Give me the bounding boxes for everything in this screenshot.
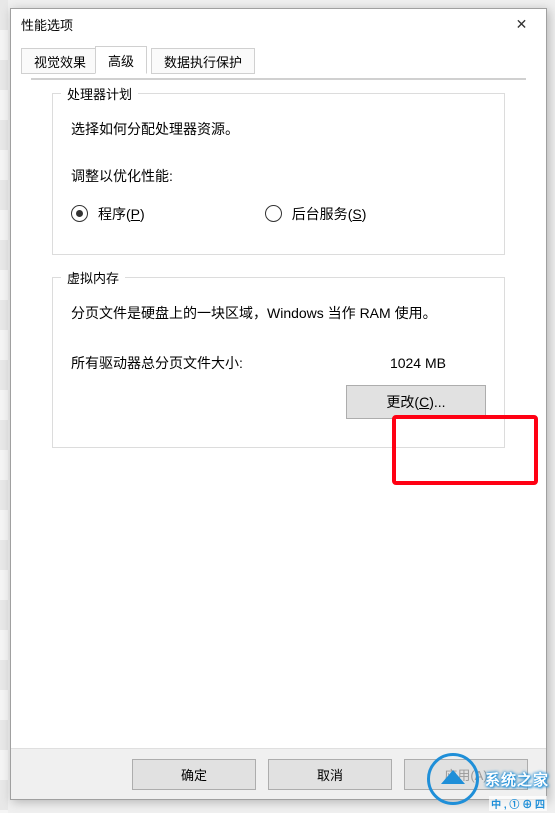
vm-legend: 虚拟内存 bbox=[61, 268, 125, 287]
cancel-button[interactable]: 取消 bbox=[268, 759, 392, 790]
window-title: 性能选项 bbox=[21, 15, 499, 34]
change-button[interactable]: 更改(C)... bbox=[346, 385, 486, 419]
vm-total-label: 所有驱动器总分页文件大小: bbox=[71, 353, 243, 373]
title-bar: 性能选项 ✕ bbox=[11, 9, 546, 39]
background-edge bbox=[0, 0, 8, 813]
tab-dep[interactable]: 数据执行保护 bbox=[151, 48, 255, 74]
apply-button[interactable]: 应用(A) bbox=[404, 759, 528, 790]
radio-background-services[interactable]: 后台服务(S) bbox=[265, 204, 367, 224]
vm-description: 分页文件是硬盘上的一块区域，Windows 当作 RAM 使用。 bbox=[71, 304, 486, 324]
advanced-tab-panel: 处理器计划 选择如何分配处理器资源。 调整以优化性能: 程序(P) 后台服务(S… bbox=[31, 78, 526, 80]
tab-label: 高级 bbox=[108, 51, 134, 70]
radio-icon bbox=[71, 205, 88, 222]
close-icon: ✕ bbox=[516, 16, 528, 33]
adjust-label: 调整以优化性能: bbox=[71, 166, 486, 186]
tab-advanced[interactable]: 高级 bbox=[95, 46, 147, 74]
processor-legend: 处理器计划 bbox=[61, 84, 138, 103]
dialog-button-bar: 确定 取消 应用(A) bbox=[11, 748, 546, 799]
close-button[interactable]: ✕ bbox=[499, 10, 544, 38]
vm-change-wrap: 更改(C)... bbox=[71, 385, 486, 419]
radio-services-label: 后台服务(S) bbox=[292, 204, 367, 224]
processor-radio-row: 程序(P) 后台服务(S) bbox=[71, 204, 486, 224]
vm-total-row: 所有驱动器总分页文件大小: 1024 MB bbox=[71, 353, 486, 373]
processor-scheduling-group: 处理器计划 选择如何分配处理器资源。 调整以优化性能: 程序(P) 后台服务(S… bbox=[52, 93, 505, 255]
vm-total-value: 1024 MB bbox=[390, 355, 446, 371]
tab-visual-effects[interactable]: 视觉效果 bbox=[21, 48, 99, 74]
virtual-memory-group: 虚拟内存 分页文件是硬盘上的一块区域，Windows 当作 RAM 使用。 所有… bbox=[52, 277, 505, 449]
radio-icon bbox=[265, 205, 282, 222]
watermark-sub: 中 , ① ⊕ 四 bbox=[489, 796, 547, 811]
performance-options-dialog: 性能选项 ✕ 视觉效果 高级 数据执行保护 处理器计划 选择如何分配处理器资源。… bbox=[10, 8, 547, 800]
radio-programs-label: 程序(P) bbox=[98, 204, 145, 224]
radio-programs[interactable]: 程序(P) bbox=[71, 204, 145, 224]
tab-label: 数据执行保护 bbox=[164, 52, 242, 71]
ok-button[interactable]: 确定 bbox=[132, 759, 256, 790]
tab-label: 视觉效果 bbox=[34, 52, 86, 71]
processor-description: 选择如何分配处理器资源。 bbox=[71, 120, 486, 140]
tab-strip: 视觉效果 高级 数据执行保护 处理器计划 选择如何分配处理器资源。 调整以优化性… bbox=[21, 45, 536, 73]
